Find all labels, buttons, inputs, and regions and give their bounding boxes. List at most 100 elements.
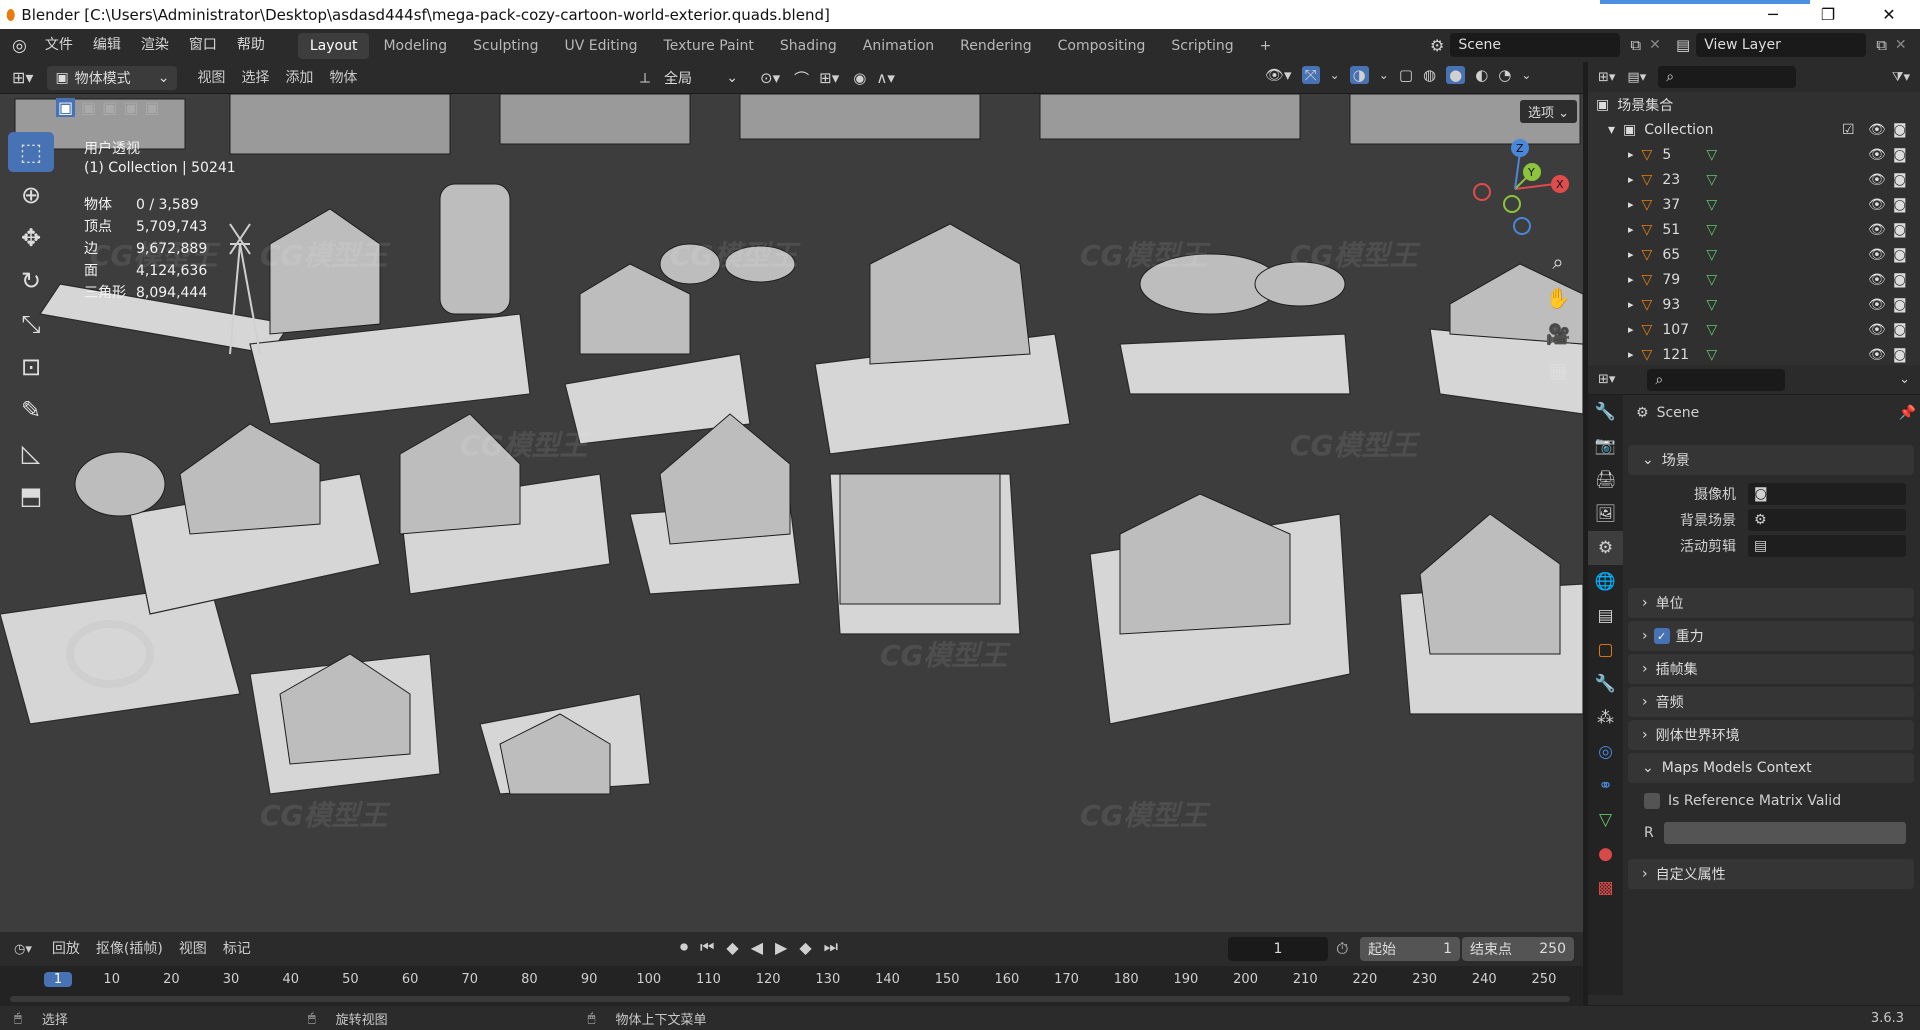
cursor-icon[interactable]: ⊕: [8, 175, 54, 215]
delete-scene-icon[interactable]: ✕: [1649, 37, 1661, 53]
tab-compositing[interactable]: Compositing: [1046, 33, 1158, 59]
output-tab-icon[interactable]: 🖨: [1588, 463, 1623, 497]
snap-target-icon[interactable]: ⊞▾: [819, 69, 839, 87]
panel-maps-models-context[interactable]: ⌄ Maps Models Context: [1628, 753, 1914, 783]
expand-arrow-icon[interactable]: ▾: [1608, 122, 1615, 138]
eye-icon[interactable]: 👁: [1868, 222, 1886, 238]
panel-gravity[interactable]: › ✓ 重力: [1628, 621, 1914, 651]
falloff-icon[interactable]: ∧▾: [876, 69, 895, 87]
stopwatch-icon[interactable]: ⏱: [1336, 939, 1348, 959]
menu-marker[interactable]: 标记: [215, 933, 259, 965]
outliner-object-row[interactable]: ▸ ▽ 93 ▽ 👁 ◙: [1588, 292, 1920, 317]
tab-scripting[interactable]: Scripting: [1159, 33, 1245, 59]
menu-add[interactable]: 添加: [277, 62, 321, 94]
menu-window[interactable]: 窗口: [179, 29, 227, 62]
eye-icon[interactable]: 👁: [1868, 147, 1886, 163]
minimize-button[interactable]: ─: [1750, 0, 1796, 29]
menu-playback[interactable]: 回放: [44, 933, 88, 965]
next-keyframe-icon[interactable]: ◆: [799, 938, 811, 957]
properties-editor-icon[interactable]: ⊞▾: [1598, 372, 1615, 387]
annotate-icon[interactable]: ✎: [8, 390, 54, 430]
camera-view-icon[interactable]: 🎥: [1540, 316, 1576, 352]
eye-icon[interactable]: 👁: [1868, 272, 1886, 288]
outliner-object-row[interactable]: ▸ ▽ 79 ▽ 👁 ◙: [1588, 267, 1920, 292]
camera-icon[interactable]: ◙: [1893, 297, 1907, 313]
visibility-icon[interactable]: 👁▾: [1265, 66, 1292, 84]
new-view-layer-icon[interactable]: ⧉: [1876, 36, 1887, 54]
overlay-icon[interactable]: ◑: [1349, 66, 1369, 84]
world-tab-icon[interactable]: 🌐: [1588, 565, 1623, 599]
eye-icon[interactable]: 👁: [1868, 297, 1886, 313]
add-workspace-button[interactable]: +: [1248, 33, 1284, 59]
delete-view-layer-icon[interactable]: ✕: [1895, 37, 1907, 53]
solid-shading-icon[interactable]: ●: [1446, 66, 1466, 84]
modifier-tab-icon[interactable]: 🔧: [1588, 667, 1623, 701]
outliner-editor-icon[interactable]: ⊞▾: [1598, 70, 1615, 85]
select-subtract-icon[interactable]: ▣: [102, 98, 117, 117]
rendered-shading-icon[interactable]: ◔: [1498, 66, 1511, 84]
eye-icon[interactable]: 👁: [1868, 322, 1886, 338]
collection-tab-icon[interactable]: ▤: [1588, 599, 1623, 633]
3d-viewport[interactable]: CG模型王 CG模型王 CG模型王 CG模型王 CG模型王 CG模型王 CG模型…: [0, 94, 1583, 932]
expand-arrow-icon[interactable]: ▸: [1628, 223, 1634, 236]
outliner-object-row[interactable]: ▸ ▽ 121 ▽ 👁 ◙: [1588, 342, 1920, 365]
outliner-object-row[interactable]: ▸ ▽ 23 ▽ 👁 ◙: [1588, 167, 1920, 192]
play-icon[interactable]: ▶: [775, 938, 787, 957]
menu-render[interactable]: 渲染: [131, 29, 179, 62]
material-shading-icon[interactable]: ◐: [1475, 66, 1488, 84]
display-mode-icon[interactable]: ▤▾: [1627, 70, 1646, 85]
camera-icon[interactable]: ◙: [1893, 247, 1907, 263]
render-tab-icon[interactable]: 📷: [1588, 429, 1623, 463]
eye-icon[interactable]: 👁: [1868, 172, 1886, 188]
move-icon[interactable]: ✥: [8, 218, 54, 258]
data-tab-icon[interactable]: ▽: [1588, 803, 1623, 837]
maximize-button[interactable]: ❐: [1805, 0, 1851, 29]
menu-timeline-view[interactable]: 视图: [171, 933, 215, 965]
gizmo-dropdown-icon[interactable]: ⌄: [1330, 68, 1340, 82]
jump-start-icon[interactable]: ⏮: [700, 937, 714, 957]
select-invert-icon[interactable]: ▣: [123, 98, 138, 117]
scene-tab-icon[interactable]: ⚙: [1588, 531, 1623, 565]
material-tab-icon[interactable]: ●: [1588, 837, 1623, 871]
pan-hand-icon[interactable]: ✋: [1540, 280, 1576, 316]
menu-object[interactable]: 物体: [321, 62, 365, 94]
camera-icon[interactable]: ◙: [1893, 172, 1907, 188]
expand-arrow-icon[interactable]: ▸: [1628, 173, 1634, 186]
checkbox-checked-icon[interactable]: ☑: [1842, 122, 1855, 138]
view-layer-selector[interactable]: View Layer: [1696, 33, 1867, 57]
options-dropdown[interactable]: 选项 ⌄: [1520, 100, 1578, 123]
gravity-checkbox[interactable]: ✓: [1653, 628, 1670, 644]
tab-modeling[interactable]: Modeling: [371, 33, 459, 59]
filter-icon[interactable]: ⧩▾: [1892, 70, 1910, 85]
object-tab-icon[interactable]: ▢: [1588, 633, 1623, 667]
outliner-object-row[interactable]: ▸ ▽ 107 ▽ 👁 ◙: [1588, 317, 1920, 342]
scene-collection-row[interactable]: ▣ 场景集合: [1588, 92, 1920, 117]
collection-row[interactable]: ▾ ▣ Collection ☑ 👁 ◙: [1588, 117, 1920, 142]
expand-arrow-icon[interactable]: ▸: [1628, 348, 1634, 361]
menu-edit[interactable]: 编辑: [83, 29, 131, 62]
outliner-object-row[interactable]: ▸ ▽ 51 ▽ 👁 ◙: [1588, 217, 1920, 242]
expand-arrow-icon[interactable]: ▸: [1628, 198, 1634, 211]
record-icon[interactable]: ⏺: [680, 937, 688, 957]
camera-icon[interactable]: ◙: [1893, 322, 1907, 338]
view-layer-tab-icon[interactable]: 🖼: [1588, 497, 1623, 531]
expand-arrow-icon[interactable]: ▸: [1628, 248, 1634, 261]
ref-matrix-checkbox[interactable]: [1644, 793, 1660, 809]
outliner-object-row[interactable]: ▸ ▽ 65 ▽ 👁 ◙: [1588, 242, 1920, 267]
select-box-icon[interactable]: ⬚: [8, 132, 54, 172]
transform-icon[interactable]: ⊡: [8, 347, 54, 387]
menu-help[interactable]: 帮助: [227, 29, 275, 62]
tab-rendering[interactable]: Rendering: [948, 33, 1044, 59]
panel-scene[interactable]: ⌄ 场景: [1628, 445, 1914, 475]
constraints-tab-icon[interactable]: ⚭: [1588, 769, 1623, 803]
tab-shading[interactable]: Shading: [768, 33, 849, 59]
mode-selector[interactable]: ▣ 物体模式 ⌄: [47, 65, 178, 90]
current-frame-field[interactable]: 1: [1228, 937, 1328, 961]
scene-field-input[interactable]: ◙: [1748, 483, 1906, 505]
panel-units[interactable]: › 单位: [1628, 588, 1914, 618]
panel-rigid-body-world[interactable]: › 刚体世界环境: [1628, 720, 1914, 750]
outliner-search-input[interactable]: ⌕: [1658, 66, 1797, 88]
tab-animation[interactable]: Animation: [851, 33, 946, 59]
panel-audio[interactable]: › 音频: [1628, 687, 1914, 717]
blender-menu-icon[interactable]: ◎: [12, 36, 27, 56]
